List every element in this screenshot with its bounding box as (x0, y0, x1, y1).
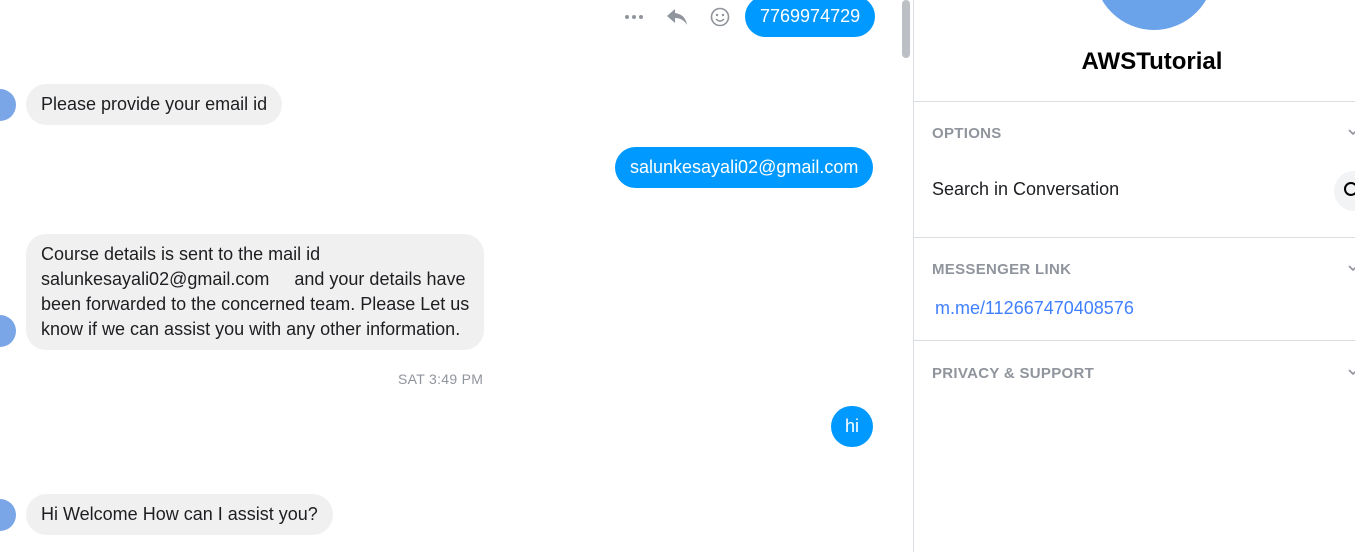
profile-picture[interactable] (1094, 0, 1214, 30)
search-button[interactable] (1334, 171, 1355, 211)
message-incoming[interactable]: Please provide your email id (26, 84, 283, 125)
emoji-icon[interactable] (708, 5, 732, 29)
conversation-pane: 7769974729 A Please provide your email i… (0, 0, 913, 552)
profile-name: AWSTutorial (1081, 48, 1223, 75)
divider (914, 101, 1355, 102)
chevron-down-icon[interactable] (1348, 263, 1355, 273)
message-timestamp: SAT 3:49 PM (398, 371, 484, 387)
message-line: salunkesayali02@gmail.com and your detai… (41, 269, 466, 289)
message-outgoing[interactable]: 7769974729 (745, 0, 876, 37)
message-outgoing[interactable]: salunkesayali02@gmail.com (615, 147, 874, 188)
search-in-conversation[interactable]: Search in Conversation (932, 179, 1119, 200)
message-actions (622, 4, 732, 30)
avatar[interactable]: A (0, 499, 16, 531)
scrollbar[interactable] (902, 0, 910, 58)
chevron-down-icon[interactable] (1348, 367, 1355, 377)
message-incoming[interactable]: Course details is sent to the mail id sa… (26, 234, 485, 350)
options-section-title[interactable]: OPTIONS (932, 125, 1002, 142)
reply-icon[interactable] (665, 5, 689, 29)
message-line: know if we can assist you with any other… (41, 319, 461, 339)
more-icon[interactable] (622, 5, 646, 29)
avatar[interactable]: A (0, 89, 16, 121)
info-panel: AWSTutorial OPTIONS Search in Conversati… (914, 0, 1355, 552)
avatar[interactable]: A (0, 315, 16, 347)
divider (914, 340, 1355, 341)
messenger-link-section-title[interactable]: MESSENGER LINK (932, 261, 1071, 278)
message-line: Course details is sent to the mail id (41, 244, 321, 264)
message-line: been forwarded to the concerned team. Pl… (41, 294, 470, 314)
message-outgoing[interactable]: hi (831, 406, 874, 447)
divider (914, 237, 1355, 238)
privacy-support-section-title[interactable]: PRIVACY & SUPPORT (932, 365, 1094, 382)
chevron-down-icon[interactable] (1348, 127, 1355, 137)
message-incoming[interactable]: Hi Welcome How can I assist you? (26, 494, 333, 535)
messenger-link[interactable]: m.me/112667470408576 (935, 298, 1134, 319)
search-icon (1344, 182, 1355, 196)
